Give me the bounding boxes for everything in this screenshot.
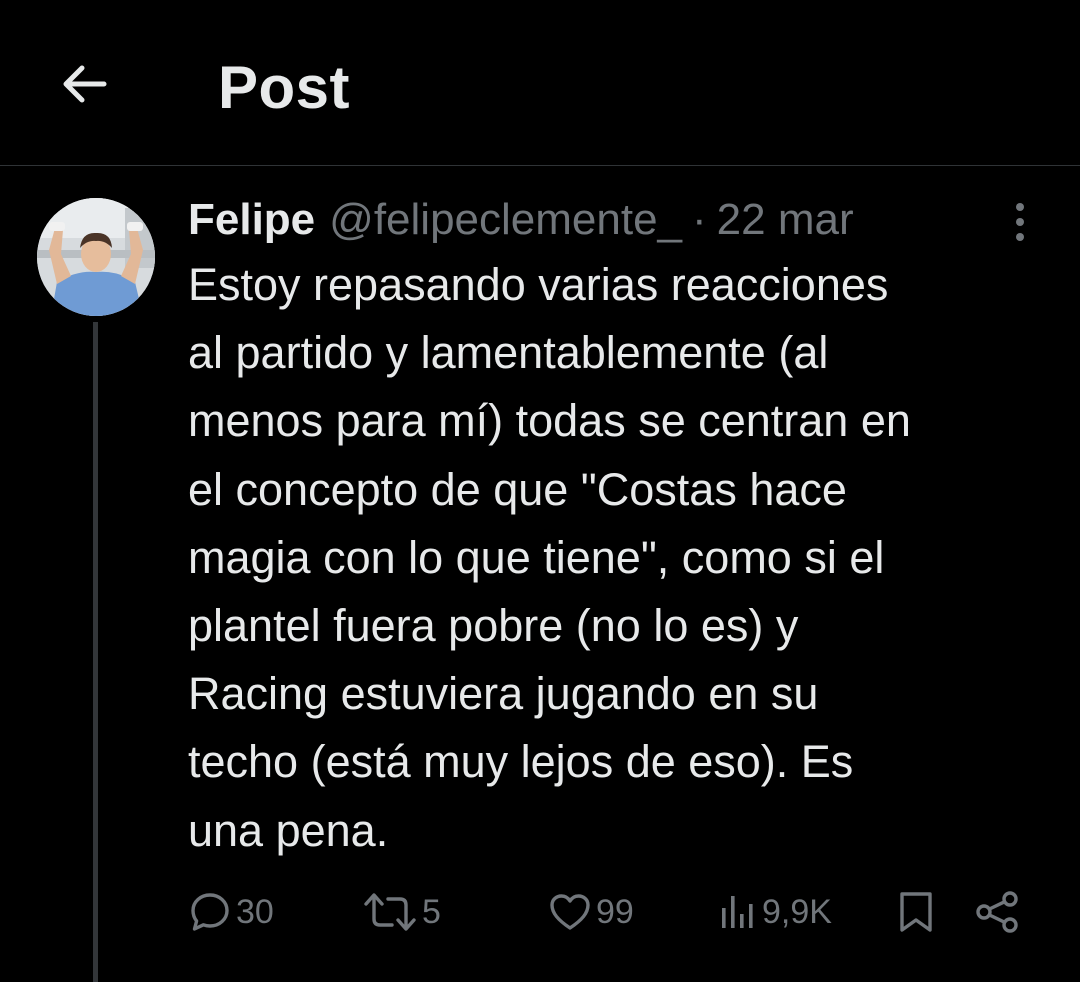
more-options-button[interactable]: [996, 196, 1044, 248]
user-handle[interactable]: @felipeclemente_: [329, 195, 682, 245]
repost-count: 5: [422, 892, 441, 931]
page-title: Post: [218, 54, 351, 121]
post-text-line: magia con lo que tiene", como si el: [188, 531, 885, 583]
post-text-line: techo (está muy lejos de eso). Es: [188, 736, 854, 788]
reply-icon: [191, 893, 229, 931]
more-vertical-icon: [1016, 203, 1024, 241]
post-text-line: menos para mí) todas se centran en: [188, 395, 911, 447]
post-text-line: Estoy repasando varias reacciones: [188, 259, 889, 310]
bookmark-button[interactable]: [894, 884, 938, 940]
reply-count: 30: [236, 892, 274, 931]
like-count: 99: [596, 892, 634, 931]
separator-dot: ·: [692, 195, 707, 244]
arrow-left-icon: [63, 65, 107, 103]
heart-icon: [550, 894, 590, 930]
top-bar: Post: [0, 0, 1080, 166]
user-avatar: [37, 198, 155, 316]
repost-button[interactable]: 5: [362, 884, 441, 940]
post-text-line: Racing estuviera jugando en su: [188, 668, 819, 720]
avatar[interactable]: [37, 198, 155, 316]
views-button[interactable]: 9,9K: [718, 884, 832, 940]
views-icon: [722, 896, 753, 928]
back-button[interactable]: [52, 52, 116, 116]
post-text-line: al partido y lamentablemente (al: [188, 327, 829, 379]
post-date[interactable]: 22 mar: [717, 195, 854, 245]
like-button[interactable]: 99: [548, 884, 634, 940]
display-name[interactable]: Felipe: [188, 195, 315, 245]
views-count: 9,9K: [762, 892, 832, 931]
bookmark-icon: [900, 892, 932, 932]
share-button[interactable]: [974, 884, 1022, 940]
post-text-line: plantel fuera pobre (no lo es) y: [188, 600, 799, 652]
action-bar: 30 5 99 9,9K: [188, 884, 1048, 940]
post-header: Felipe @felipeclemente_ · 22 mar: [188, 190, 854, 250]
thread-line: [93, 322, 98, 982]
post-text: Estoy repasando varias reacciones al par…: [188, 251, 1048, 865]
reply-button[interactable]: 30: [188, 884, 274, 940]
repost-icon: [364, 893, 416, 931]
share-icon: [976, 891, 1018, 933]
post-text-line: el concepto de que "Costas hace: [188, 463, 847, 515]
post-text-line: una pena.: [188, 804, 389, 856]
